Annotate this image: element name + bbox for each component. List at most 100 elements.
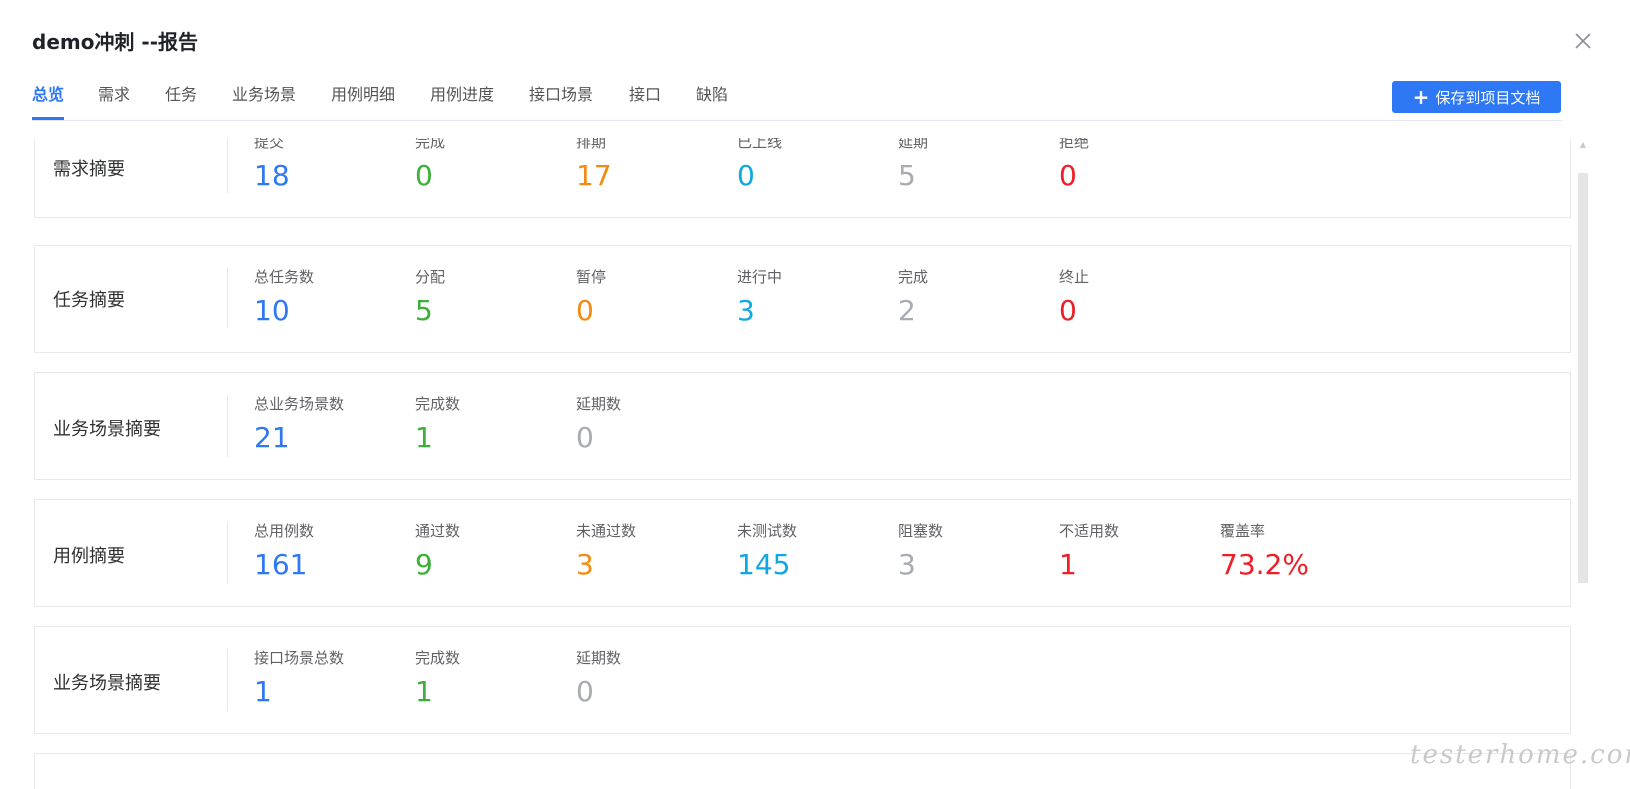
stat-completed-count: 完成数 1 [415,393,460,454]
stat-not-applicable: 不适用数 1 [1059,520,1119,581]
tab-api-scenarios[interactable]: 接口场景 [529,84,593,118]
watermark-text: testerhome.com [1410,740,1630,770]
tab-bar: 总览 需求 任务 业务场景 用例明细 用例进度 接口场景 接口 缺陷 [32,84,1562,121]
scroll-up-arrow-icon[interactable]: ▲ [1578,140,1588,150]
stat-label: 延期数 [576,649,622,667]
stat-label: 终止 [1059,268,1090,286]
divider [227,649,228,711]
stat-label: 接口场景总数 [254,649,345,667]
stat-value: 0 [576,675,594,708]
stat-delayed-count: 延期数 0 [576,647,621,708]
stat-value: 3 [737,294,755,327]
stat-blocked: 阻塞数 3 [898,520,943,581]
stat-rejected: 拒绝 0 [1059,138,1089,192]
stat-label: 不适用数 [1059,522,1120,540]
card-title: 业务场景摘要 [53,419,161,440]
report-content[interactable]: 需求摘要 提交 18 完成 0 排期 17 已上线 0 延期 5 拒绝 0 任务… [0,138,1630,789]
stat-failed: 未通过数 3 [576,520,636,581]
stat-assigned: 分配 5 [415,266,445,327]
stat-label: 进行中 [737,268,783,286]
stat-label: 已上线 [737,138,783,151]
close-icon[interactable] [1572,30,1594,52]
card-title: 需求摘要 [53,159,125,180]
divider [227,138,228,193]
tab-business-scenarios[interactable]: 业务场景 [232,84,296,118]
stat-label: 拒绝 [1059,138,1090,151]
stat-completed-count: 完成数 1 [415,647,460,708]
stat-value: 9 [415,548,433,581]
stat-label: 排期 [576,138,607,151]
tab-case-details[interactable]: 用例明细 [331,84,395,118]
stat-value: 0 [737,159,755,192]
stat-label: 总任务数 [254,268,315,286]
stat-submitted: 提交 18 [254,138,290,192]
stat-value: 1 [415,421,433,454]
next-summary-card [34,753,1571,789]
stat-label: 通过数 [415,522,461,540]
stat-label: 完成 [898,268,929,286]
stat-label: 总用例数 [254,522,315,540]
stat-label: 延期数 [576,395,622,413]
stat-value: 5 [415,294,433,327]
stat-value: 2 [898,294,916,327]
stat-value: 18 [254,159,290,192]
divider [227,522,228,584]
tab-case-progress[interactable]: 用例进度 [430,84,494,118]
stat-total-cases: 总用例数 161 [254,520,314,581]
api-scenario-summary-card: 业务场景摘要 接口场景总数 1 完成数 1 延期数 0 [34,626,1571,734]
scrollbar-thumb[interactable] [1578,173,1588,583]
stat-value: 5 [898,159,916,192]
stat-value: 17 [576,159,612,192]
stat-value: 0 [1059,159,1077,192]
stat-label: 完成数 [415,649,461,667]
stat-label: 未通过数 [576,522,637,540]
stat-in-progress: 进行中 3 [737,266,782,327]
stat-value: 0 [576,294,594,327]
stat-value: 73.2% [1220,548,1309,581]
tab-requirements[interactable]: 需求 [98,84,130,118]
stat-label: 阻塞数 [898,522,944,540]
stat-total-tasks: 总任务数 10 [254,266,314,327]
stat-label: 未测试数 [737,522,798,540]
dialog-title: demo冲刺 --报告 [32,30,199,54]
stat-label: 分配 [415,268,446,286]
stat-label: 完成 [415,138,446,151]
tab-tasks[interactable]: 任务 [165,84,197,118]
stat-scheduled: 排期 17 [576,138,612,192]
stat-completed: 完成 0 [415,138,445,192]
divider [227,395,228,457]
stat-label: 覆盖率 [1220,522,1266,540]
stat-value: 1 [254,675,272,708]
stat-coverage: 覆盖率 73.2% [1220,520,1309,581]
stat-value: 1 [415,675,433,708]
tab-api[interactable]: 接口 [629,84,661,118]
stat-value: 21 [254,421,290,454]
save-button-label: 保存到项目文档 [1435,88,1541,107]
stat-value: 3 [576,548,594,581]
stat-terminated: 终止 0 [1059,266,1089,327]
stat-delayed: 延期 5 [898,138,928,192]
card-title: 业务场景摘要 [53,673,161,694]
stat-value: 3 [898,548,916,581]
stat-label: 提交 [254,138,285,151]
stat-value: 10 [254,294,290,327]
save-to-project-docs-button[interactable]: + 保存到项目文档 [1392,81,1561,113]
stat-passed: 通过数 9 [415,520,460,581]
test-case-summary-card: 用例摘要 总用例数 161 通过数 9 未通过数 3 未测试数 145 阻塞数 … [34,499,1571,607]
stat-total-business-scenarios: 总业务场景数 21 [254,393,344,454]
requirements-summary-card: 需求摘要 提交 18 完成 0 排期 17 已上线 0 延期 5 拒绝 0 [34,138,1571,218]
stat-paused: 暂停 0 [576,266,606,327]
stat-delayed-count: 延期数 0 [576,393,621,454]
stat-value: 1 [1059,548,1077,581]
stat-value: 161 [254,548,308,581]
business-scenario-summary-card: 业务场景摘要 总业务场景数 21 完成数 1 延期数 0 [34,372,1571,480]
tab-defects[interactable]: 缺陷 [696,84,728,118]
tasks-summary-card: 任务摘要 总任务数 10 分配 5 暂停 0 进行中 3 完成 2 终止 0 [34,245,1571,353]
tab-overview[interactable]: 总览 [32,84,65,120]
stat-value: 145 [737,548,791,581]
stat-label: 延期 [898,138,929,151]
stat-label: 总业务场景数 [254,395,345,413]
stat-untested: 未测试数 145 [737,520,797,581]
divider [227,268,228,328]
stat-value: 0 [415,159,433,192]
